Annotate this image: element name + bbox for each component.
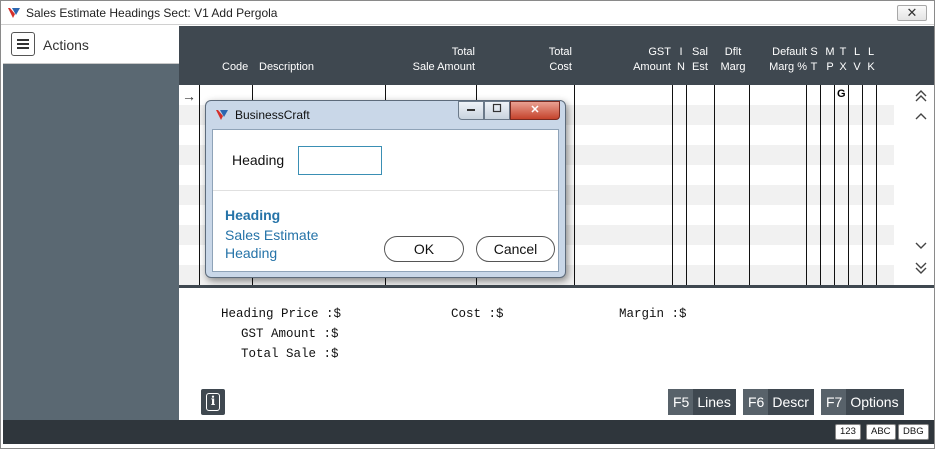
f7-options-button[interactable]: F7 Options xyxy=(821,389,904,415)
column-divider xyxy=(574,85,575,286)
f5-action-label: Lines xyxy=(697,394,731,410)
col-header-st[interactable]: ST xyxy=(809,45,819,75)
col-header-lk[interactable]: LK xyxy=(866,45,876,75)
left-pane: Actions xyxy=(3,26,179,420)
dialog-content: Heading Heading Sales Estimate Heading O… xyxy=(212,129,559,272)
column-divider xyxy=(862,85,863,286)
f5-lines-button[interactable]: F5 Lines xyxy=(668,389,736,415)
scroll-to-bottom-icon[interactable] xyxy=(912,261,930,279)
title-bar: Sales Estimate Headings Sect: V1 Add Per… xyxy=(1,1,934,25)
col-header-total-cost[interactable]: Total Cost xyxy=(529,45,572,75)
status-badge-123[interactable]: 123 xyxy=(835,424,861,440)
column-divider xyxy=(749,85,750,286)
status-bar: 123 ABC DBG xyxy=(3,420,934,444)
col-header-sal-est[interactable]: Sal Est xyxy=(690,45,710,75)
actions-menu[interactable]: Actions xyxy=(3,26,179,64)
window-close-button[interactable]: ✕ xyxy=(897,5,927,21)
hamburger-menu-icon[interactable] xyxy=(11,32,35,56)
grid-header: Code Description Total Sale Amount Total C… xyxy=(179,26,934,85)
total-sale-label: Total Sale :$ xyxy=(241,347,339,361)
column-divider xyxy=(672,85,673,286)
col-header-tx[interactable]: TX xyxy=(838,45,848,75)
f5-key-label: F5 xyxy=(668,389,694,415)
col-header-lv[interactable]: LV xyxy=(852,45,862,75)
scroll-up-icon[interactable] xyxy=(912,109,930,127)
column-divider xyxy=(199,85,200,286)
col-header-code[interactable]: Code xyxy=(222,60,248,75)
dialog-window-controls: ✕ xyxy=(458,101,562,121)
mp-cell-value[interactable]: G xyxy=(837,88,846,100)
col-header-in[interactable]: IN xyxy=(676,45,686,75)
column-divider xyxy=(834,85,835,286)
heading-price-label: Heading Price :$ xyxy=(221,307,342,321)
scroll-down-icon[interactable] xyxy=(912,239,930,257)
dialog-minimize-button[interactable] xyxy=(458,101,484,120)
column-divider xyxy=(848,85,849,286)
column-divider xyxy=(806,85,807,286)
actions-label: Actions xyxy=(43,37,89,53)
heading-field-label: Heading xyxy=(232,152,285,168)
dialog-divider xyxy=(213,190,558,191)
current-row-arrow-icon: → xyxy=(182,88,196,104)
status-badge-dbg[interactable]: DBG xyxy=(898,424,929,440)
dialog-maximize-button[interactable] xyxy=(484,101,510,120)
column-divider xyxy=(876,85,877,286)
dialog-title-bar[interactable]: BusinessCraft ✕ xyxy=(206,101,565,128)
column-divider xyxy=(714,85,715,286)
scroll-to-top-icon[interactable] xyxy=(912,89,930,107)
margin-label: Margin :$ xyxy=(619,307,687,321)
col-header-mp[interactable]: MP xyxy=(824,45,836,75)
summary-panel: Heading Price :$ Cost :$ Margin :$ GST A… xyxy=(179,288,934,420)
info-icon: i xyxy=(206,393,220,411)
column-divider xyxy=(820,85,821,286)
heading-input[interactable] xyxy=(298,146,382,175)
grid-scroll-controls xyxy=(909,85,934,286)
help-title: Heading xyxy=(225,207,281,223)
help-text: Sales Estimate Heading xyxy=(225,227,319,261)
window-title: Sales Estimate Headings Sect: V1 Add Per… xyxy=(26,6,278,20)
gst-amount-label: GST Amount :$ xyxy=(241,327,339,341)
col-header-dflt-marg[interactable]: Dflt Marg xyxy=(718,45,748,75)
cost-label: Cost :$ xyxy=(451,307,504,321)
f6-key-label: F6 xyxy=(743,389,769,415)
dialog-title: BusinessCraft xyxy=(235,108,310,122)
dialog-close-button[interactable]: ✕ xyxy=(510,101,560,120)
cancel-button[interactable]: Cancel xyxy=(476,236,555,262)
businesscraft-logo-icon xyxy=(8,8,20,18)
f7-action-label: Options xyxy=(850,394,899,410)
f7-key-label: F7 xyxy=(821,389,847,415)
ok-button[interactable]: OK xyxy=(384,236,464,262)
column-divider xyxy=(686,85,687,286)
businesscraft-logo-icon xyxy=(216,110,228,120)
col-header-gst-amount[interactable]: GST Amount xyxy=(629,45,671,75)
info-button[interactable]: i xyxy=(201,389,225,415)
status-badge-abc[interactable]: ABC xyxy=(866,424,896,440)
col-header-default-marg-pct[interactable]: Default Marg % xyxy=(762,45,807,75)
f6-action-label: Descr xyxy=(772,394,809,410)
col-header-total-sale-amount[interactable]: Total Sale Amount xyxy=(409,45,475,75)
heading-dialog: BusinessCraft ✕ Heading Heading Sales Es… xyxy=(205,100,566,278)
f6-descr-button[interactable]: F6 Descr xyxy=(743,389,814,415)
col-header-description[interactable]: Description xyxy=(259,60,314,75)
